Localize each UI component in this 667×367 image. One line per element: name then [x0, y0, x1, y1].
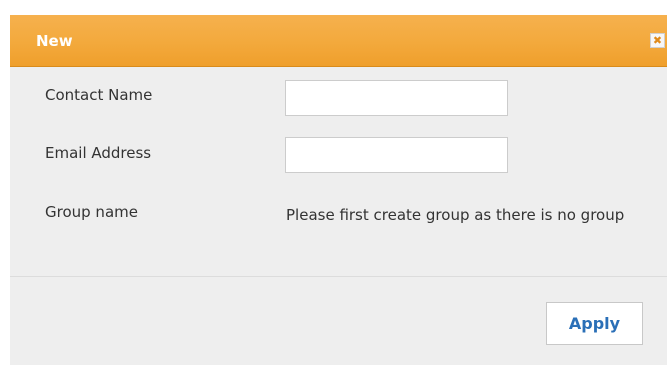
- apply-button[interactable]: Apply: [546, 302, 643, 345]
- close-icon: ✖: [652, 34, 663, 47]
- footer-divider: [10, 276, 667, 277]
- dialog-titlebar[interactable]: New ✖: [10, 15, 667, 67]
- close-button[interactable]: ✖: [650, 33, 665, 48]
- group-name-label: Group name: [45, 203, 138, 221]
- dialog-title: New: [36, 32, 73, 50]
- contact-name-input[interactable]: [285, 80, 508, 116]
- email-address-label: Email Address: [45, 144, 152, 162]
- new-contact-dialog: New ✖ Contact Name Email Address Group n…: [10, 15, 667, 365]
- group-empty-message: Please first create group as there is no…: [286, 206, 625, 224]
- email-address-input[interactable]: [285, 137, 508, 173]
- contact-name-label: Contact Name: [45, 86, 153, 104]
